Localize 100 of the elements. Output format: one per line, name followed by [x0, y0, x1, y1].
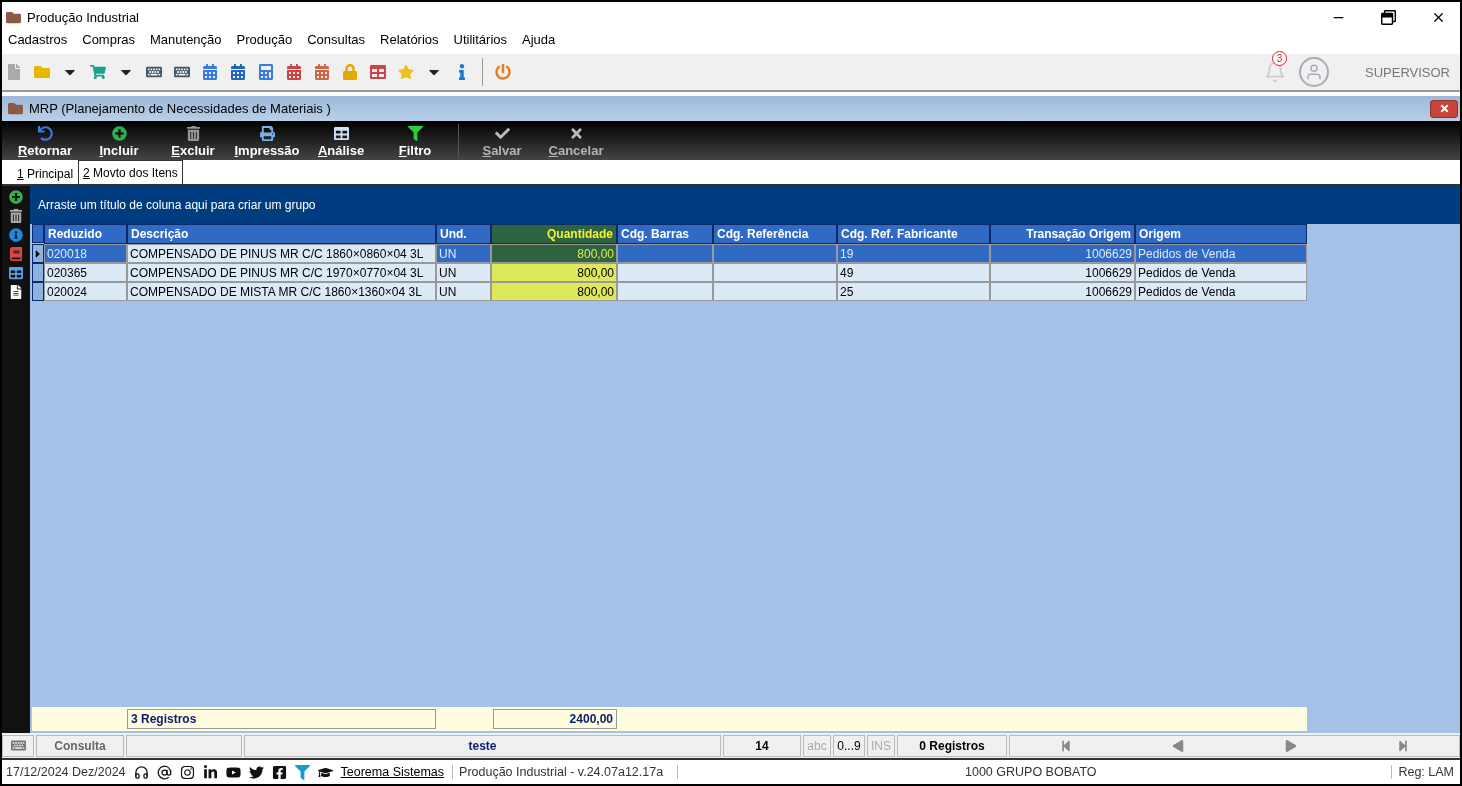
previous-button[interactable]	[1172, 739, 1185, 752]
book-icon[interactable]	[9, 247, 23, 261]
menu-item[interactable]: Manutenção	[150, 32, 222, 50]
column-header[interactable]: Reduzido	[44, 224, 127, 244]
table-cell: Pedidos de Venda	[1135, 244, 1307, 263]
toolbar-button[interactable]: Incluir	[82, 126, 156, 158]
tab[interactable]: 2 Movto dos Itens	[78, 160, 183, 184]
table-cell: COMPENSADO DE MISTA MR C/C 1860×1360×04 3L	[127, 282, 436, 301]
menu-item[interactable]: Cadastros	[8, 32, 68, 50]
app-icon	[6, 9, 21, 25]
table-icon	[333, 126, 349, 141]
company-link[interactable]: Teorema Sistemas	[340, 765, 445, 779]
row-indicator[interactable]	[32, 263, 44, 282]
table-cell: 800,00	[491, 244, 617, 263]
trash-icon	[185, 126, 201, 141]
mode-indicator: 0...9	[833, 734, 865, 757]
table-cell: Pedidos de Venda	[1135, 263, 1307, 282]
menu-item[interactable]: Produção	[236, 32, 293, 50]
table-cell: 020018	[44, 244, 127, 263]
table-cell: 020024	[44, 282, 127, 301]
at-icon[interactable]	[156, 764, 172, 780]
linkedin-icon[interactable]	[202, 764, 218, 780]
menu-item[interactable]: Utilitários	[453, 32, 508, 50]
table-cell: 020365	[44, 263, 127, 282]
first-button[interactable]	[1060, 739, 1073, 752]
toolbar-button[interactable]: Filtro	[378, 126, 452, 158]
grid-icon[interactable]	[9, 266, 23, 280]
group-hint: Arraste um título de coluna aqui para criar um grupo	[38, 198, 316, 212]
cart-icon[interactable]	[90, 64, 106, 80]
menu-item[interactable]: Ajuda	[522, 32, 556, 50]
undo-icon	[37, 126, 53, 141]
user-name: SUPERVISOR	[1365, 64, 1450, 80]
plus-icon	[111, 126, 127, 141]
headphones-icon[interactable]	[133, 764, 149, 780]
keyboard-button[interactable]	[2, 734, 34, 757]
column-header[interactable]: Descrição	[127, 224, 436, 244]
toolbar-button[interactable]: Retornar	[8, 126, 82, 158]
close-button[interactable]	[1430, 99, 1458, 118]
notification-icon[interactable]	[1264, 61, 1286, 83]
column-header[interactable]: Cdg. Barras	[617, 224, 713, 244]
column-header[interactable]: Transação Origem	[990, 224, 1135, 244]
notification-badge: 3	[1272, 51, 1287, 66]
restore-icon[interactable]	[1380, 9, 1396, 25]
table-cell: UN	[436, 244, 491, 263]
records-label: 0 Registros	[897, 734, 1007, 757]
header-corner	[32, 224, 44, 243]
funnel-icon[interactable]	[294, 764, 310, 780]
mode-indicator: INS	[867, 734, 895, 757]
close-icon	[1438, 103, 1450, 114]
app-icon	[8, 101, 23, 116]
column-header[interactable]: Quantidade	[491, 224, 617, 244]
check-icon	[494, 126, 510, 141]
toolbar-button[interactable]: Análise	[304, 126, 378, 158]
table-cell: 1006629	[990, 282, 1135, 301]
calendar-icon[interactable]	[286, 64, 302, 80]
table-cell: 49	[837, 263, 990, 282]
trash-icon[interactable]	[9, 209, 23, 223]
table-cell: 19	[837, 244, 990, 263]
calculator-icon[interactable]	[258, 64, 274, 80]
star-icon[interactable]	[398, 64, 414, 80]
filter-icon	[407, 126, 423, 141]
calendar-icon[interactable]	[230, 64, 246, 80]
reg-label: Reg: LAM	[1391, 765, 1460, 779]
menu-item[interactable]: Relatórios	[380, 32, 439, 50]
table-cell: UN	[436, 282, 491, 301]
column-header[interactable]: Cdg. Ref. Fabricante	[837, 224, 990, 244]
next-button[interactable]	[1284, 739, 1297, 752]
table-cell: 800,00	[491, 263, 617, 282]
mode-indicator: abc	[803, 734, 831, 757]
menu-item[interactable]: Compras	[82, 32, 135, 50]
column-header[interactable]: Origem	[1135, 224, 1307, 244]
caption-label: teste	[244, 734, 721, 757]
table-cell: Pedidos de Venda	[1135, 282, 1307, 301]
row-indicator[interactable]	[32, 282, 44, 301]
row-indicator[interactable]	[32, 244, 44, 263]
table-cell: UN	[436, 263, 491, 282]
table-cell: 800,00	[491, 282, 617, 301]
menu-item[interactable]: Consultas	[307, 32, 366, 50]
calendar-icon[interactable]	[314, 64, 330, 80]
instagram-icon[interactable]	[179, 764, 195, 780]
group-label: 1000 GRUPO BOBATO	[677, 765, 1384, 779]
column-header[interactable]: Und.	[436, 224, 491, 244]
twitter-icon[interactable]	[248, 764, 264, 780]
window-title: Produção Industrial	[27, 9, 140, 25]
document-icon[interactable]	[9, 285, 23, 299]
mode-label: Consulta	[36, 734, 124, 757]
record-count: 3 Registros	[127, 709, 436, 729]
form-title: MRP (Planejamento de Necessidades de Materiais )	[29, 101, 331, 116]
facebook-icon[interactable]	[271, 764, 287, 780]
last-button[interactable]	[1396, 739, 1409, 752]
number-label: 14	[723, 734, 801, 757]
date-label: 17/12/2024 Dez/2024	[6, 765, 126, 779]
table-cell: 1006629	[990, 244, 1135, 263]
info-icon[interactable]	[9, 228, 23, 242]
toolbar-button[interactable]: Excluir	[156, 126, 230, 158]
toolbar-button[interactable]: Impressão	[230, 126, 304, 158]
calendar-icon[interactable]	[202, 64, 218, 80]
column-header[interactable]: Cdg. Referência	[713, 224, 837, 244]
plus-icon[interactable]	[9, 190, 23, 204]
printer-icon	[259, 126, 275, 141]
